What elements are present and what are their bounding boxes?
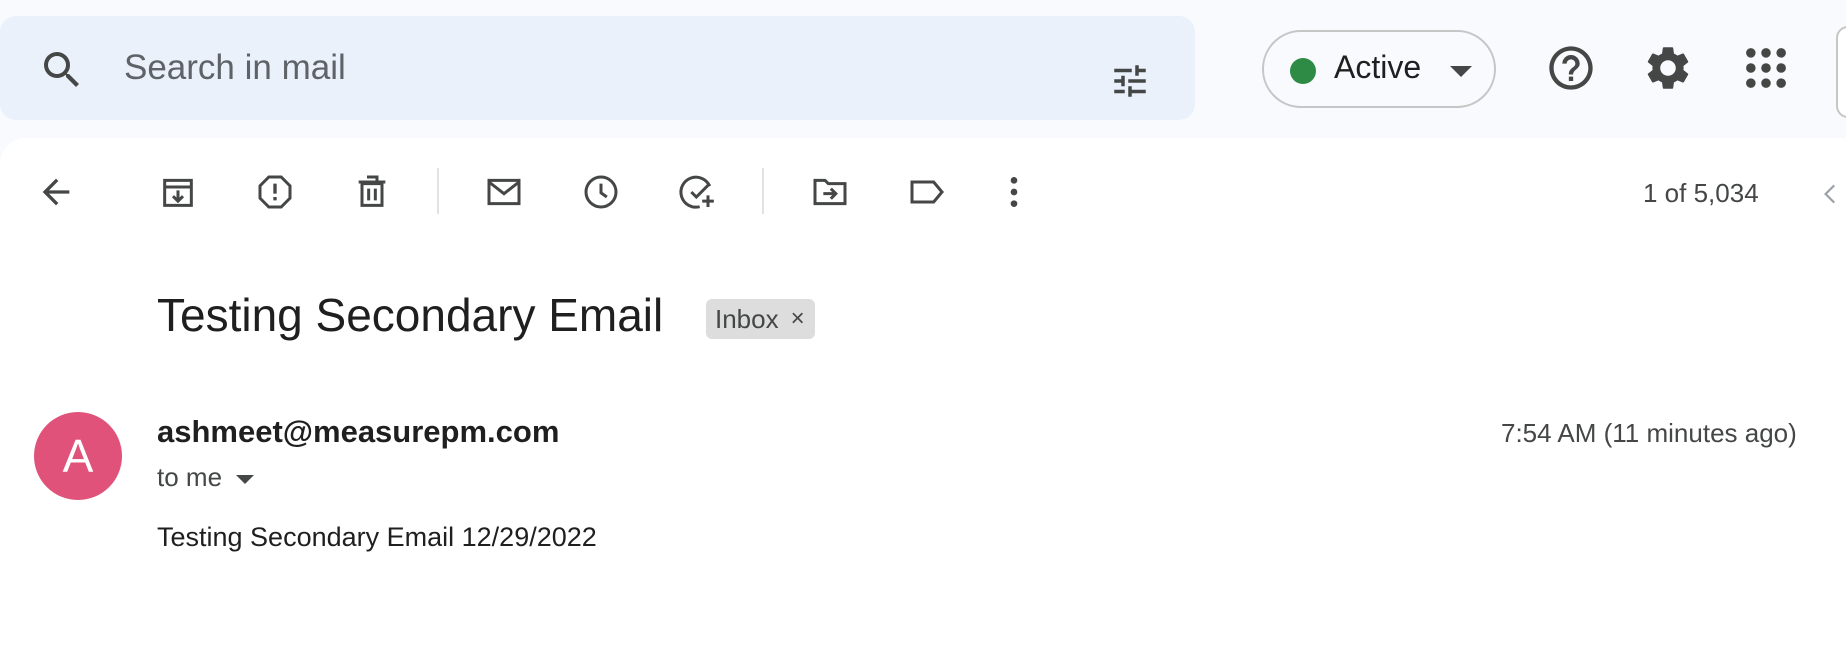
search-options-icon[interactable]	[1105, 60, 1155, 102]
mark-unread-icon[interactable]	[484, 172, 524, 212]
settings-icon[interactable]	[1642, 42, 1694, 94]
status-label: Active	[1334, 49, 1422, 85]
label-chip-text: Inbox	[715, 304, 779, 334]
status-selector[interactable]: Active	[1262, 30, 1496, 108]
message-view: 1 of 5,034 Testing Secondary Email Inbox…	[0, 138, 1846, 662]
toolbar-divider	[437, 168, 439, 214]
report-spam-icon[interactable]	[255, 172, 295, 212]
add-to-tasks-icon[interactable]	[678, 172, 718, 212]
email-body: Testing Secondary Email 12/29/2022	[157, 522, 597, 552]
chevron-down-icon	[1450, 66, 1472, 77]
help-icon[interactable]	[1545, 42, 1597, 94]
delete-icon[interactable]	[352, 172, 392, 212]
recipient-details[interactable]: to me	[157, 462, 255, 493]
sender-email[interactable]: ashmeet@measurepm.com	[157, 414, 559, 450]
search-icon[interactable]	[38, 46, 86, 94]
apps-icon[interactable]	[1740, 42, 1792, 94]
chevron-left-icon[interactable]	[1818, 176, 1844, 212]
snooze-icon[interactable]	[581, 172, 621, 212]
search-bar	[0, 16, 1195, 120]
toolbar-divider	[762, 168, 764, 214]
message-timestamp: 7:54 AM (11 minutes ago)	[1501, 418, 1797, 448]
close-icon[interactable]: ×	[791, 299, 805, 339]
email-subject: Testing Secondary Email	[157, 289, 664, 341]
move-to-icon[interactable]	[810, 172, 850, 212]
search-input[interactable]	[124, 40, 1024, 96]
status-indicator-dot	[1290, 58, 1316, 84]
top-bar: Active	[0, 0, 1846, 138]
avatar[interactable]: A	[34, 412, 122, 500]
more-icon[interactable]	[994, 172, 1034, 212]
labels-icon[interactable]	[907, 172, 947, 212]
back-icon[interactable]	[36, 172, 76, 212]
chevron-down-icon[interactable]	[236, 474, 255, 484]
recipient-label: to me	[157, 462, 223, 492]
label-chip-inbox: Inbox ×	[706, 299, 815, 339]
archive-icon[interactable]	[158, 172, 198, 212]
message-counter: 1 of 5,034	[1643, 178, 1759, 208]
account-button-edge[interactable]	[1836, 26, 1846, 118]
